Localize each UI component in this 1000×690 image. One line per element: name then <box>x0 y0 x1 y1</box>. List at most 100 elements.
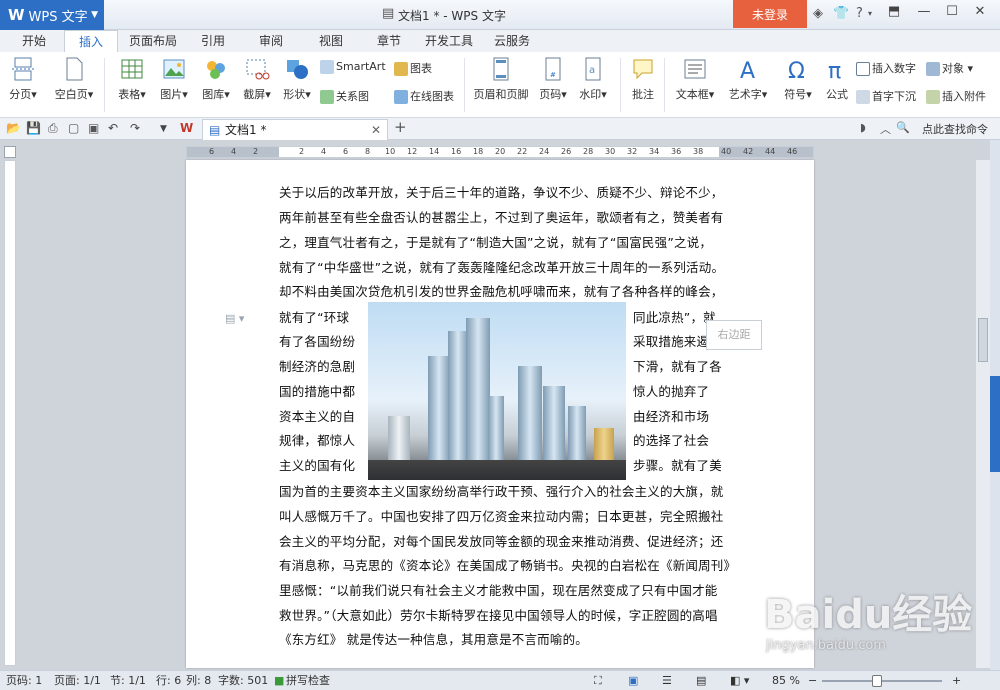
collapse-ribbon-icon[interactable]: ◗ <box>860 121 866 134</box>
chevron-down-icon[interactable]: ▾ <box>868 9 872 18</box>
ruler-number: 8 <box>365 147 371 156</box>
separator <box>464 58 465 112</box>
gallery-button[interactable]: 图库▾ <box>196 56 236 102</box>
ruler-number: 32 <box>627 147 638 156</box>
export-pdf-icon[interactable]: ▣ <box>88 121 99 135</box>
tab-review[interactable]: 审阅 <box>248 30 294 52</box>
paragraph-handle-icon[interactable]: ▤ ▾ <box>225 312 244 325</box>
tab-references[interactable]: 引用 <box>190 30 236 52</box>
picture-button[interactable]: 图片▾ <box>154 56 194 102</box>
side-panel-strip[interactable] <box>990 140 1000 670</box>
expand-ribbon-icon[interactable]: ︿ <box>880 121 891 137</box>
insert-number-button[interactable]: 插入数字 <box>856 60 916 76</box>
page-number-button[interactable]: # 页码▾ <box>536 56 570 102</box>
wordart-icon: A <box>740 59 755 82</box>
eye-protect-icon[interactable]: ◧ ▾ <box>730 671 749 690</box>
zoom-in-icon[interactable]: + <box>952 671 961 690</box>
open-folder-icon[interactable]: 📂 <box>6 121 21 135</box>
tab-home[interactable]: 开始 <box>10 30 58 52</box>
search-icon[interactable]: 🔍 <box>896 121 910 134</box>
textbox-button[interactable]: 文本框▾ <box>672 56 718 102</box>
object-button[interactable]: 对象 ▾ <box>926 60 973 76</box>
vertical-ruler[interactable] <box>4 160 16 666</box>
help-icon[interactable]: ? <box>856 6 863 21</box>
zoom-slider-thumb[interactable] <box>872 675 882 687</box>
full-screen-icon[interactable]: ⛶ <box>594 671 602 690</box>
save-icon[interactable]: 💾 <box>26 121 41 135</box>
ruler-toggle[interactable] <box>4 146 16 158</box>
wrap-line-left: 规律，都惊人 <box>279 433 356 448</box>
spellcheck-icon[interactable]: ■ <box>274 671 284 690</box>
watermark-brand: Baidu经验 <box>764 592 973 638</box>
quick-access-bar: 📂 💾 ⎙ ▢ ▣ ↶ ↷ ▼ W 文档1 * ▤ ✕ + ◗ ︿ 🔍 点此查找… <box>0 118 1000 140</box>
symbol-button[interactable]: Ω 符号▾ <box>780 56 816 102</box>
side-panel-toggle[interactable] <box>990 376 1000 472</box>
wrap-line-left: 资本主义的自 <box>279 409 356 424</box>
comment-button[interactable]: 批注 <box>626 56 660 102</box>
shirt-icon[interactable]: 👕 <box>833 6 849 21</box>
find-command-input[interactable]: 点此查找命令 <box>922 121 988 137</box>
table-label: 表格 <box>118 88 141 101</box>
formula-button[interactable]: π 公式 <box>820 56 854 102</box>
close-tab-icon[interactable]: ✕ <box>371 120 381 140</box>
zoom-out-icon[interactable]: − <box>808 671 817 690</box>
wordart-button[interactable]: A 艺术字▾ <box>724 56 772 102</box>
page-view-icon[interactable]: ▣ <box>628 671 638 690</box>
ruler-number: 22 <box>517 147 528 156</box>
spellcheck-button[interactable]: 拼写检查 <box>286 671 330 690</box>
symbol-label: 符号 <box>784 88 807 101</box>
blank-page-button[interactable]: 空白页▾ <box>50 56 98 102</box>
watermark-label: 水印 <box>579 88 602 101</box>
tab-developer[interactable]: 开发工具 <box>420 30 478 52</box>
wps-w-icon[interactable]: W <box>180 121 193 135</box>
new-tab-icon[interactable]: + <box>394 118 407 136</box>
drop-cap-button[interactable]: 首字下沉 <box>856 88 916 104</box>
app-menu-button[interactable]: W WPS 文字 ▼ <box>0 0 104 30</box>
tab-insert[interactable]: 插入 <box>64 30 118 52</box>
smartart-button[interactable]: SmartArt <box>320 60 386 74</box>
drop-cap-label: 首字下沉 <box>872 90 916 103</box>
tab-cloud[interactable]: 云服务 <box>486 30 538 52</box>
paragraph-line: 救世界。”（大意如此）劳尔卡斯特罗在接见中国领导人的时候，字正腔圆的高唱 <box>279 608 718 623</box>
scrollbar-thumb[interactable] <box>978 318 988 362</box>
zoom-slider[interactable] <box>822 680 942 682</box>
building <box>388 416 410 466</box>
close-button[interactable]: ✕ <box>968 4 992 24</box>
shapes-button[interactable]: 形状▾ <box>278 56 316 102</box>
relation-diagram-button[interactable]: 关系图 <box>320 88 369 104</box>
document-icon: ▤ <box>382 6 395 21</box>
print-icon[interactable]: ⎙ <box>48 121 58 136</box>
web-view-icon[interactable]: ▤ <box>696 671 706 690</box>
redo-icon[interactable]: ↷ <box>130 121 140 135</box>
table-icon <box>121 59 143 79</box>
screenshot-button[interactable]: 截屏▾ <box>238 56 276 102</box>
maximize-button[interactable]: ☐ <box>940 4 964 24</box>
document-tab[interactable]: 文档1 * ▤ ✕ <box>202 119 388 140</box>
tab-view[interactable]: 视图 <box>308 30 354 52</box>
wrap-line-right: 采取措施来遏 <box>633 334 710 349</box>
login-button[interactable]: 未登录 <box>733 0 807 28</box>
table-button[interactable]: 表格▾ <box>112 56 152 102</box>
watermark-button[interactable]: a 水印▾ <box>576 56 610 102</box>
skin-icon[interactable]: ◈ <box>813 6 823 21</box>
tab-chapter[interactable]: 章节 <box>366 30 412 52</box>
wrap-line-right: 由经济和市场 <box>633 409 710 424</box>
insert-attachment-button[interactable]: 插入附件 <box>926 88 986 104</box>
outline-view-icon[interactable]: ☰ <box>662 671 672 690</box>
header-footer-button[interactable]: 页眉和页脚 <box>470 56 532 102</box>
blank-page-label: 空白页 <box>54 88 88 101</box>
page-break-button[interactable]: 分页▾ <box>6 56 40 102</box>
minimize-button[interactable]: — <box>912 4 936 24</box>
inserted-picture[interactable] <box>368 302 626 480</box>
relation-label: 关系图 <box>336 90 369 103</box>
chart-button[interactable]: 图表 <box>394 60 432 76</box>
chevron-down-icon[interactable]: ▼ <box>160 124 167 134</box>
picture-icon <box>163 59 185 79</box>
undo-icon[interactable]: ↶ <box>108 121 118 135</box>
zoom-level[interactable]: 85 % <box>772 671 800 690</box>
horizontal-ruler[interactable]: 6 4 2 2 4 6 8 10 12 14 16 18 20 22 24 26… <box>186 146 814 158</box>
tab-page-layout[interactable]: 页面布局 <box>124 30 182 52</box>
print-preview-icon[interactable]: ▢ <box>68 121 79 135</box>
online-chart-button[interactable]: 在线图表 <box>394 88 454 104</box>
restore-layout-icon[interactable]: ⬒ <box>882 4 906 24</box>
